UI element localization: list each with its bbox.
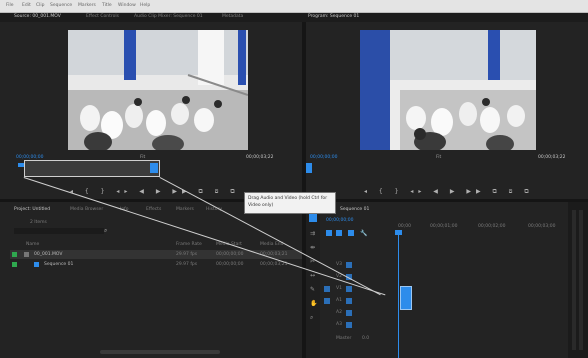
audio-meter-left xyxy=(572,210,576,350)
ruler-label: 00;00;01;00 xyxy=(430,224,458,229)
tab-metadata[interactable]: Metadata xyxy=(222,14,243,19)
menu-title[interactable]: Title xyxy=(102,3,112,8)
source-duration: 00;00;03;22 xyxy=(246,155,274,160)
ripple-edit-tool-icon[interactable]: ⇹ xyxy=(310,244,315,251)
tab-audio-mixer[interactable]: Audio Clip Mixer: Sequence 01 xyxy=(134,14,203,19)
program-video-frame xyxy=(360,30,536,150)
program-transport-controls[interactable]: ◂ { } ◂▸ ◀ ▶ ▶▶ ⧉ ⧈ ⧉ xyxy=(364,188,534,196)
column-media-end[interactable]: Media End xyxy=(260,242,284,247)
table-row[interactable]: 00_001.MOV 29.97 fps 00;00;00;00 00;00;0… xyxy=(10,250,302,259)
track-target-a3[interactable] xyxy=(346,322,352,328)
menu-markers[interactable]: Markers xyxy=(78,3,96,8)
add-marker-icon[interactable] xyxy=(348,230,354,236)
timeline-timecode[interactable]: 00;00;00;00 xyxy=(326,218,353,223)
menu-window[interactable]: Window xyxy=(118,3,136,8)
project-panel: Project: Untitled Media Browser Info Eff… xyxy=(0,202,302,358)
source-video-image xyxy=(68,30,248,150)
track-label-v3[interactable]: V3 xyxy=(336,262,342,267)
audio-meters xyxy=(568,202,588,358)
row-start: 00;00;00;00 xyxy=(216,262,244,267)
track-select-tool-icon[interactable]: ⇉ xyxy=(310,230,315,237)
track-label-a2[interactable]: A2 xyxy=(336,310,342,315)
master-volume[interactable]: 0.0 xyxy=(362,336,369,341)
drag-selection-box[interactable] xyxy=(24,160,160,177)
tab-markers[interactable]: Markers xyxy=(176,207,194,212)
tab-program[interactable]: Program: Sequence 01 xyxy=(308,14,359,19)
track-target-v1[interactable] xyxy=(346,286,352,292)
program-playhead[interactable] xyxy=(306,163,312,173)
row-fps: 29.97 fps xyxy=(176,262,198,267)
sequence-icon xyxy=(34,262,39,267)
drag-tooltip: Drag Audio and Video (hold Ctrl for Vide… xyxy=(244,192,336,214)
timeline-panel: Sequence 01 00;00;00;00 00;00 00;00;01;0… xyxy=(322,202,568,358)
zoom-tool-icon[interactable]: ⌕ xyxy=(310,314,313,322)
track-label-a1[interactable]: A1 xyxy=(336,298,342,303)
menu-sequence[interactable]: Sequence xyxy=(50,3,72,8)
menu-bar: File Edit Clip Sequence Markers Title Wi… xyxy=(0,0,588,13)
track-target-v3[interactable] xyxy=(346,262,352,268)
dragged-clip-ghost[interactable] xyxy=(400,286,412,310)
track-target-a1[interactable] xyxy=(346,298,352,304)
ruler-label: 00;00;02;00 xyxy=(478,224,506,229)
source-video-frame xyxy=(68,30,248,150)
column-name[interactable]: Name xyxy=(26,242,39,247)
row-fps: 29.97 fps xyxy=(176,252,198,257)
tools-panel: ⇉ ⇹ ✂ ↔ ✎ ✋ ⌕ xyxy=(306,202,320,358)
snap-icon[interactable] xyxy=(326,230,332,236)
column-frame-rate[interactable]: Frame Rate xyxy=(176,242,202,247)
pen-tool-icon[interactable]: ✎ xyxy=(310,286,315,293)
project-search-input[interactable] xyxy=(14,228,104,234)
playhead-handle[interactable] xyxy=(395,230,402,235)
program-monitor: 00;00;00;00 00;00;03;22 Fit ◂ { } ◂▸ ◀ ▶… xyxy=(306,22,588,200)
track-label-v1[interactable]: V1 xyxy=(336,286,342,291)
program-fit-select[interactable]: Fit xyxy=(436,155,441,160)
ruler-label: 00;00;03;00 xyxy=(528,224,556,229)
project-scrollbar[interactable] xyxy=(100,350,220,354)
audio-meter-right xyxy=(579,210,583,350)
track-target-a2[interactable] xyxy=(346,310,352,316)
linked-selection-icon[interactable] xyxy=(336,230,342,236)
menu-help[interactable]: Help xyxy=(140,3,150,8)
menu-edit[interactable]: Edit xyxy=(22,3,31,8)
tab-effects[interactable]: Effects xyxy=(146,207,161,212)
track-label-a3[interactable]: A3 xyxy=(336,322,342,327)
tab-sequence[interactable]: Sequence 01 xyxy=(340,207,369,212)
row-name: 00_001.MOV xyxy=(34,252,63,257)
program-video-image xyxy=(360,30,536,150)
row-name: Sequence 01 xyxy=(44,262,74,267)
drag-video-only-icon[interactable] xyxy=(150,163,158,173)
tab-media-browser[interactable]: Media Browser xyxy=(70,207,103,212)
selection-tool-icon[interactable] xyxy=(309,214,317,222)
source-transport-controls[interactable]: ◂ { } ◂▸ ◀ ▶ ▶▶ ⧉ ⧈ ⧉ xyxy=(70,188,240,196)
search-icon: ⌕ xyxy=(104,227,108,234)
program-duration: 00;00;03;22 xyxy=(538,155,566,160)
tab-effect-controls[interactable]: Effect Controls xyxy=(86,14,119,19)
tab-source[interactable]: Source: 00_001.MOV xyxy=(14,14,61,19)
hand-tool-icon[interactable]: ✋ xyxy=(310,300,317,307)
timeline-playhead[interactable] xyxy=(398,232,399,358)
project-item-count: 2 Items xyxy=(30,220,47,225)
menu-clip[interactable]: Clip xyxy=(36,3,45,8)
track-label-master: Master xyxy=(336,336,352,341)
clip-color-label xyxy=(12,262,17,267)
table-row[interactable]: Sequence 01 29.97 fps 00;00;00;00 00;00;… xyxy=(10,260,302,269)
program-timecode[interactable]: 00;00;00;00 xyxy=(310,155,337,160)
clip-icon xyxy=(24,252,29,257)
source-patch-v1[interactable] xyxy=(324,286,330,292)
tab-project[interactable]: Project: Untitled xyxy=(14,207,50,212)
row-end: 00;00;03;21 xyxy=(260,262,288,267)
wrench-icon[interactable]: 🔧 xyxy=(360,230,367,237)
row-start: 00;00;00;00 xyxy=(216,252,244,257)
slip-tool-icon[interactable]: ↔ xyxy=(310,272,315,279)
clip-color-label xyxy=(12,252,17,257)
menu-file[interactable]: File xyxy=(6,3,14,8)
ruler-label: 00;00 xyxy=(398,224,411,229)
source-patch-a1[interactable] xyxy=(324,298,330,304)
